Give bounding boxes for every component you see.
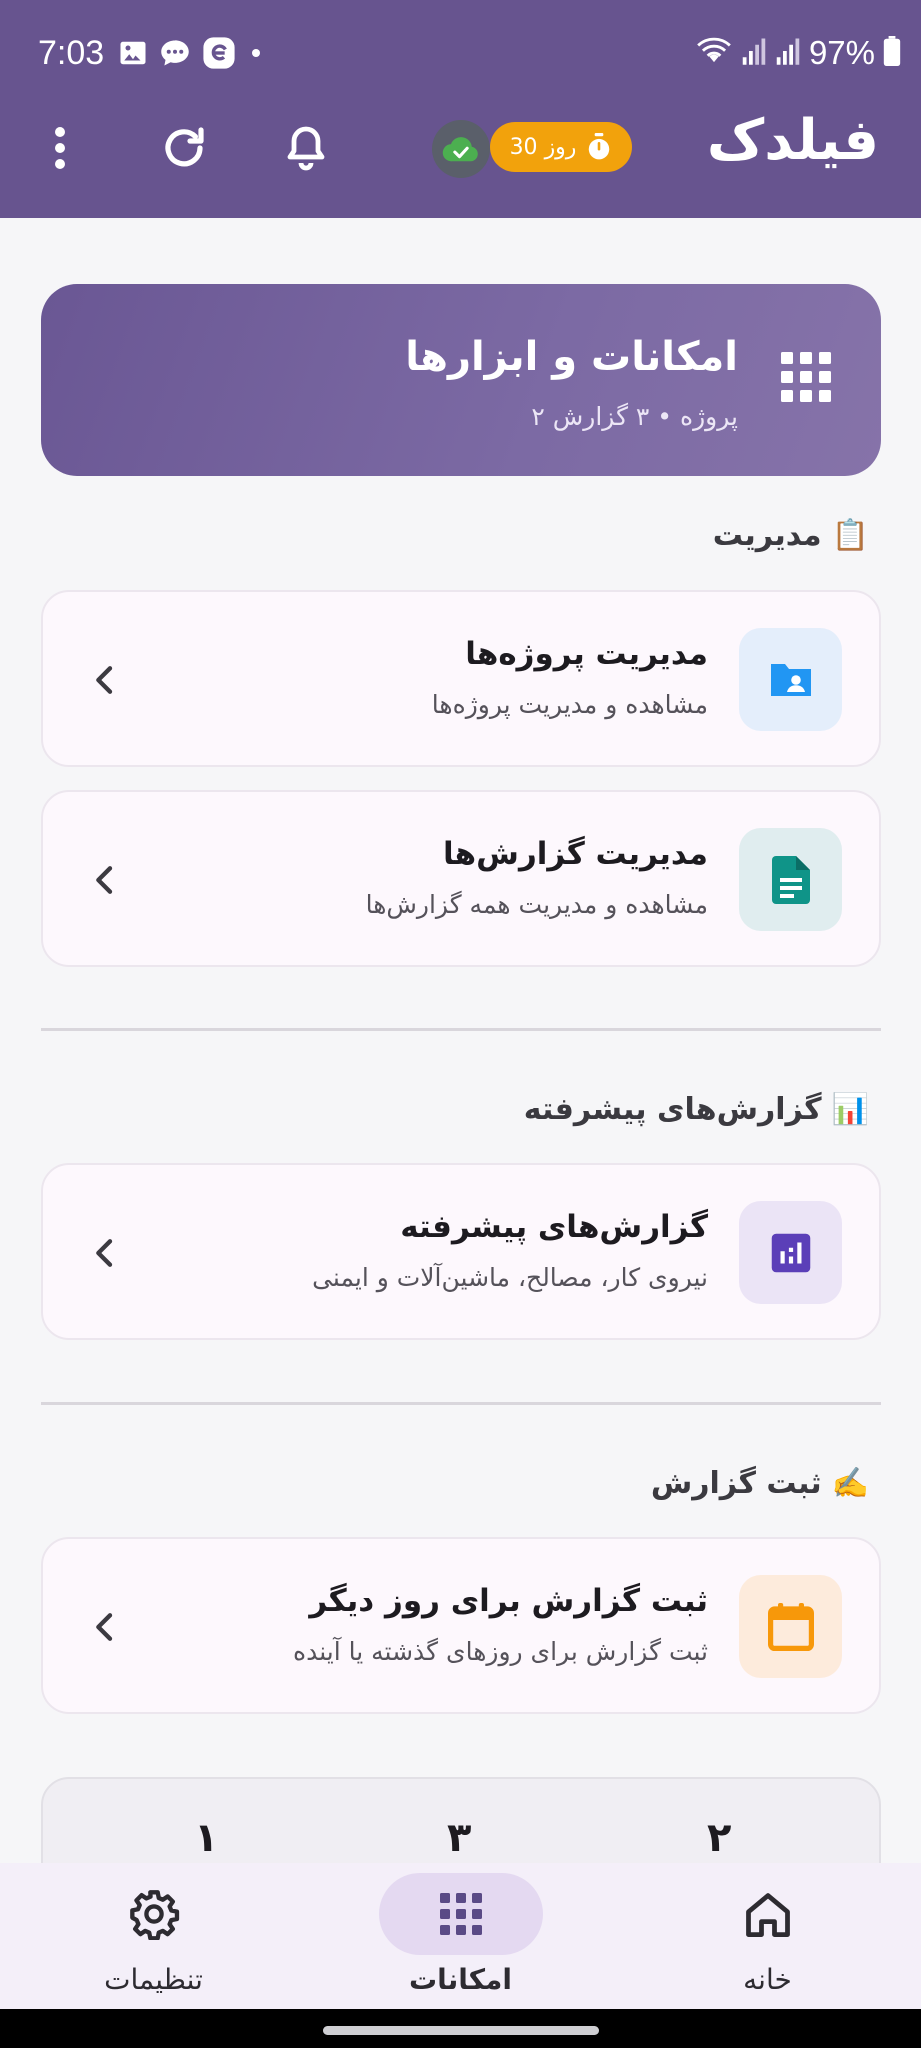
app-bar: 7:03 97% 30 روز فیلدک [0, 0, 921, 218]
nav-item-settings[interactable]: تنظیمات [0, 1863, 307, 2009]
section-title-management: 📋 مدیریت [713, 518, 869, 553]
grid-icon [439, 1893, 482, 1935]
home-icon [745, 1893, 790, 1937]
signal-icon [741, 36, 767, 70]
stat-value: ۲ [707, 1815, 732, 1861]
app-notification-icon [202, 36, 236, 74]
refresh-button[interactable] [154, 118, 214, 178]
hero-title: امکانات و ابزارها [405, 334, 738, 380]
bottom-navigation: تنظیمات امکانات خانه [0, 1863, 921, 2009]
card-description: ثبت گزارش برای روزهای گذشته یا آینده [293, 1637, 708, 1666]
nav-label: خانه [743, 1963, 792, 1996]
card-description: مشاهده و مدیریت همه گزارش‌ها [365, 890, 708, 919]
card-description: مشاهده و مدیریت پروژه‌ها [431, 690, 708, 719]
sync-status-button[interactable] [432, 120, 490, 178]
battery-percent: 97% [808, 34, 875, 71]
gesture-navigation-area [0, 2009, 921, 2048]
card-title: مدیریت پروژه‌ها [465, 636, 708, 672]
analytics-icon-box [739, 1201, 842, 1304]
chevron-left-icon [96, 666, 113, 694]
section-title-text: مدیریت [712, 518, 822, 553]
dot-icon [246, 43, 266, 67]
cloud-check-icon [442, 137, 478, 162]
section-divider [41, 1028, 881, 1031]
card-title: گزارش‌های پیشرفته [400, 1209, 708, 1245]
battery-icon [883, 36, 901, 70]
gear-icon [129, 1890, 179, 1940]
project-icon-box [739, 628, 842, 731]
more-vert-icon [55, 127, 65, 169]
timer-icon [589, 133, 610, 160]
folder-user-icon [770, 663, 811, 696]
report-icon-box [739, 828, 842, 931]
chevron-left-icon [96, 866, 113, 894]
nav-item-features[interactable]: امکانات [307, 1863, 614, 2009]
notifications-button[interactable] [276, 118, 336, 178]
card-report-other-day[interactable]: ثبت گزارش برای روز دیگر ثبت گزارش برای ر… [41, 1537, 881, 1714]
notification-icons [118, 36, 266, 74]
bar-chart-emoji-icon: 📊 [831, 1092, 869, 1127]
image-notification-icon [118, 38, 148, 72]
status-time: 7:03 [38, 34, 105, 72]
document-icon [771, 855, 810, 904]
nav-icon-container [686, 1873, 850, 1955]
card-description: نیروی کار، مصالح، ماشین‌آلات و ایمنی [312, 1263, 708, 1292]
card-project-management[interactable]: مدیریت پروژه‌ها مشاهده و مدیریت پروژه‌ها [41, 590, 881, 767]
bell-icon [287, 126, 325, 171]
stat-value: ۳ [447, 1815, 472, 1861]
clipboard-emoji-icon: 📋 [831, 518, 869, 553]
status-bar: 7:03 97% [0, 0, 921, 105]
nav-item-home[interactable]: خانه [614, 1863, 921, 2009]
overflow-menu-button[interactable] [30, 118, 90, 178]
refresh-icon [165, 127, 204, 167]
features-hero-card: امکانات و ابزارها ۲ پروژه • ۳ گزارش [41, 284, 881, 476]
nav-icon-container [378, 1873, 543, 1955]
chat-notification-icon [158, 38, 192, 72]
subscription-days-badge[interactable]: 30 روز [490, 122, 632, 172]
chevron-left-icon [96, 1239, 113, 1267]
stat-value: ۱ [194, 1815, 219, 1861]
gesture-handle[interactable] [323, 2026, 599, 2035]
card-report-management[interactable]: مدیریت گزارش‌ها مشاهده و مدیریت همه گزار… [41, 790, 881, 967]
days-remaining-text: 30 روز [509, 134, 577, 160]
app-brand-title: فیلدک [706, 108, 879, 173]
apps-grid-icon [781, 352, 831, 406]
nav-label: امکانات [409, 1963, 512, 1996]
writing-hand-emoji-icon: ✍️ [831, 1466, 869, 1501]
card-title: ثبت گزارش برای روز دیگر [309, 1583, 708, 1619]
hero-subtitle: ۲ پروژه • ۳ گزارش [531, 402, 738, 431]
nav-label: تنظیمات [104, 1963, 203, 1996]
chevron-left-icon [96, 1613, 113, 1641]
section-divider [41, 1402, 881, 1405]
section-title-text: ثبت گزارش [650, 1466, 822, 1501]
section-title-text: گزارش‌های پیشرفته [523, 1092, 822, 1127]
analytics-icon [771, 1233, 810, 1272]
card-title: مدیریت گزارش‌ها [443, 836, 708, 872]
nav-icon-container [72, 1873, 236, 1955]
wifi-icon [695, 35, 733, 71]
calendar-icon [767, 1602, 814, 1651]
section-title-submit-report: ✍️ ثبت گزارش [651, 1466, 869, 1501]
section-title-advanced-reports: 📊 گزارش‌های پیشرفته [524, 1092, 869, 1127]
system-icons: 97% [695, 34, 901, 72]
calendar-icon-box [739, 1575, 842, 1678]
card-advanced-reports[interactable]: گزارش‌های پیشرفته نیروی کار، مصالح، ماشی… [41, 1163, 881, 1340]
signal-icon-2 [775, 36, 801, 70]
